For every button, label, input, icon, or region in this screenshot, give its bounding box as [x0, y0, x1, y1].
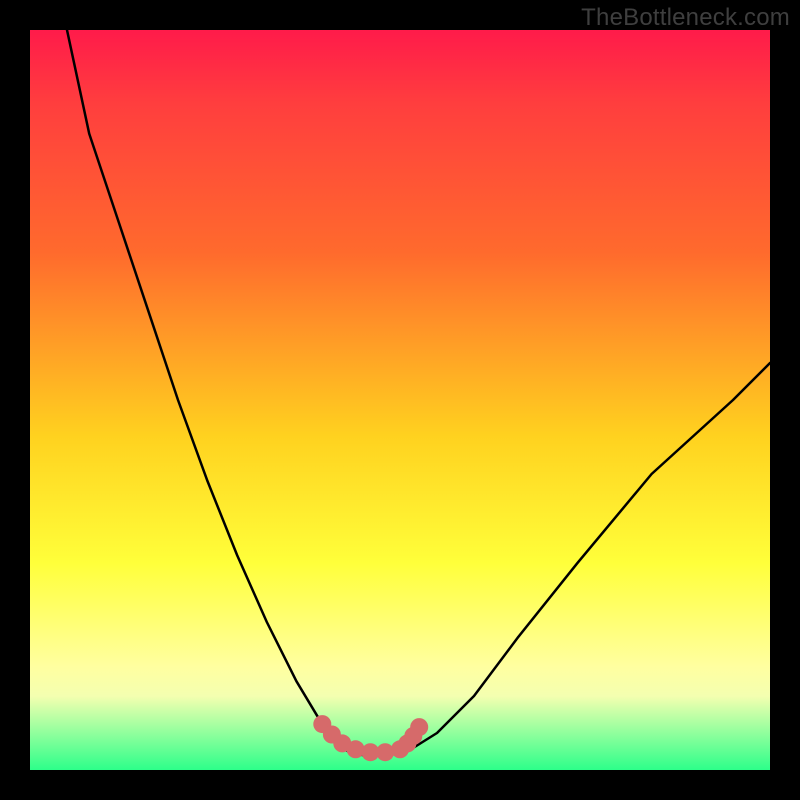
chart-frame: TheBottleneck.com: [0, 0, 800, 800]
plot-area: [30, 30, 770, 770]
optimal-range-markers: [313, 715, 428, 761]
watermark-text: TheBottleneck.com: [581, 4, 790, 32]
bottleneck-curve: [67, 30, 770, 755]
chart-overlay: [30, 30, 770, 770]
